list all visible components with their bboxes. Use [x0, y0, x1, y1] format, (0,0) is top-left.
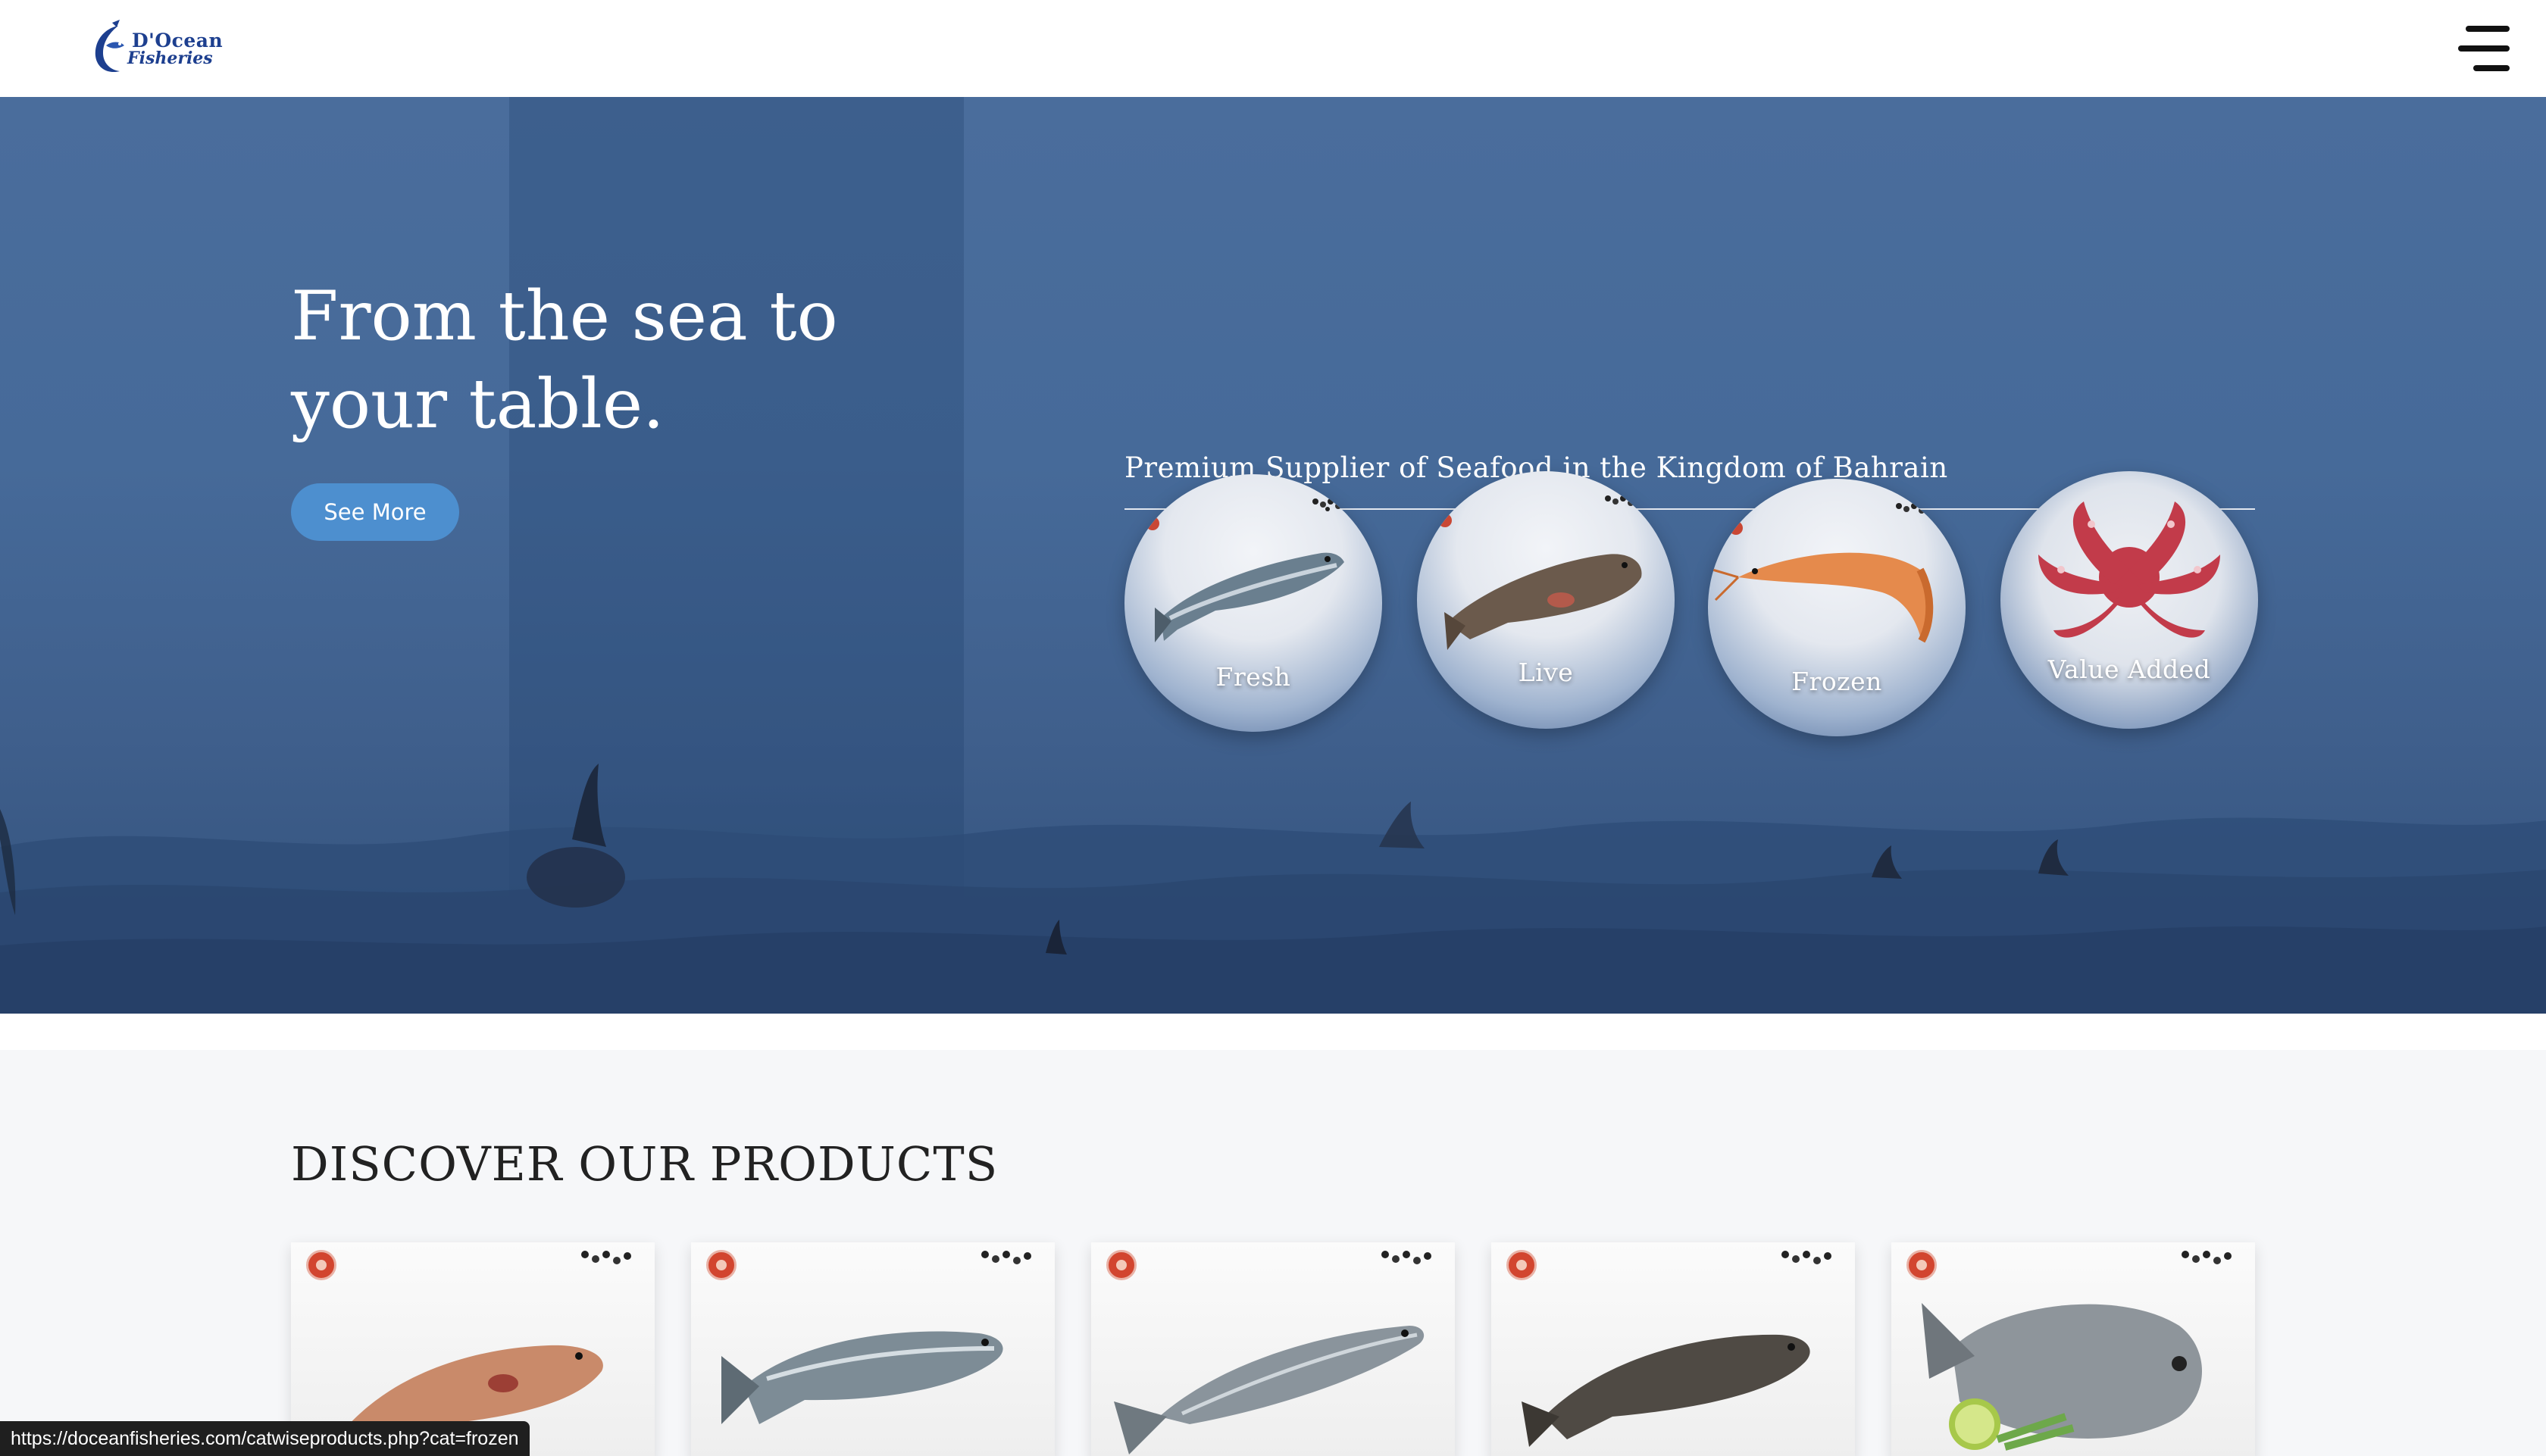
logo-text: D'Ocean Fisheries [127, 29, 224, 67]
sea-bream-icon [1922, 1303, 2202, 1451]
hero-title: From the sea to your table. [291, 277, 838, 444]
category-label: Fresh [1215, 662, 1291, 692]
octopus-icon [2038, 501, 2220, 638]
hamburger-menu-icon[interactable] [2457, 26, 2510, 71]
hero-section: From the sea to your table. See More Pre… [0, 97, 2546, 1014]
menu-bar [2466, 26, 2510, 32]
product-card-grouper[interactable] [1491, 1242, 1855, 1456]
kingfish-icon [1114, 1326, 1425, 1454]
category-label: Live [1518, 658, 1574, 687]
logo-line-1: D'Ocean [132, 29, 224, 52]
category-live[interactable]: Live [1417, 471, 1675, 729]
grouper-icon [1444, 554, 1642, 650]
category-label: Frozen [1791, 667, 1882, 696]
product-card-kingfish[interactable] [1091, 1242, 1455, 1456]
logo-fish-emblem-icon [95, 20, 124, 73]
page: D'Ocean Fisheries From the sea to your t… [0, 0, 2546, 1456]
product-card-sea-bream[interactable] [1891, 1242, 2255, 1456]
menu-bar [2473, 65, 2510, 71]
peppercorns-garnish [1381, 1251, 1431, 1264]
site-header: D'Ocean Fisheries [0, 0, 2546, 97]
category-value-added[interactable]: Value Added [2000, 471, 2258, 729]
peppercorns-garnish [2182, 1251, 2232, 1264]
see-more-button[interactable]: See More [291, 483, 459, 541]
product-card-sea-bass[interactable] [691, 1242, 1055, 1456]
logo-line-2: Fisheries [127, 48, 213, 68]
products-heading: DISCOVER OUR PRODUCTS [291, 1136, 999, 1192]
peppercorns-garnish [581, 1251, 631, 1264]
category-fresh[interactable]: Fresh [1124, 474, 1382, 732]
grouper-icon [1522, 1334, 1810, 1447]
products-section: DISCOVER OUR PRODUCTS [0, 1050, 2546, 1456]
peppercorns-garnish [981, 1251, 1031, 1264]
category-label: Value Added [2047, 655, 2211, 684]
sea-bass-icon [721, 1331, 1003, 1424]
ocean-waves-with-orcas-image [0, 764, 2546, 1014]
brand-logo[interactable]: D'Ocean Fisheries [89, 14, 223, 83]
category-frozen[interactable]: Frozen [1708, 479, 1966, 736]
menu-bar [2458, 45, 2510, 52]
salmon-icon [1155, 552, 1344, 642]
link-preview-statusbar: https://doceanfisheries.com/catwiseprodu… [0, 1421, 530, 1456]
shrimp-icon [1712, 552, 1934, 643]
peppercorns-garnish [1781, 1251, 1831, 1264]
